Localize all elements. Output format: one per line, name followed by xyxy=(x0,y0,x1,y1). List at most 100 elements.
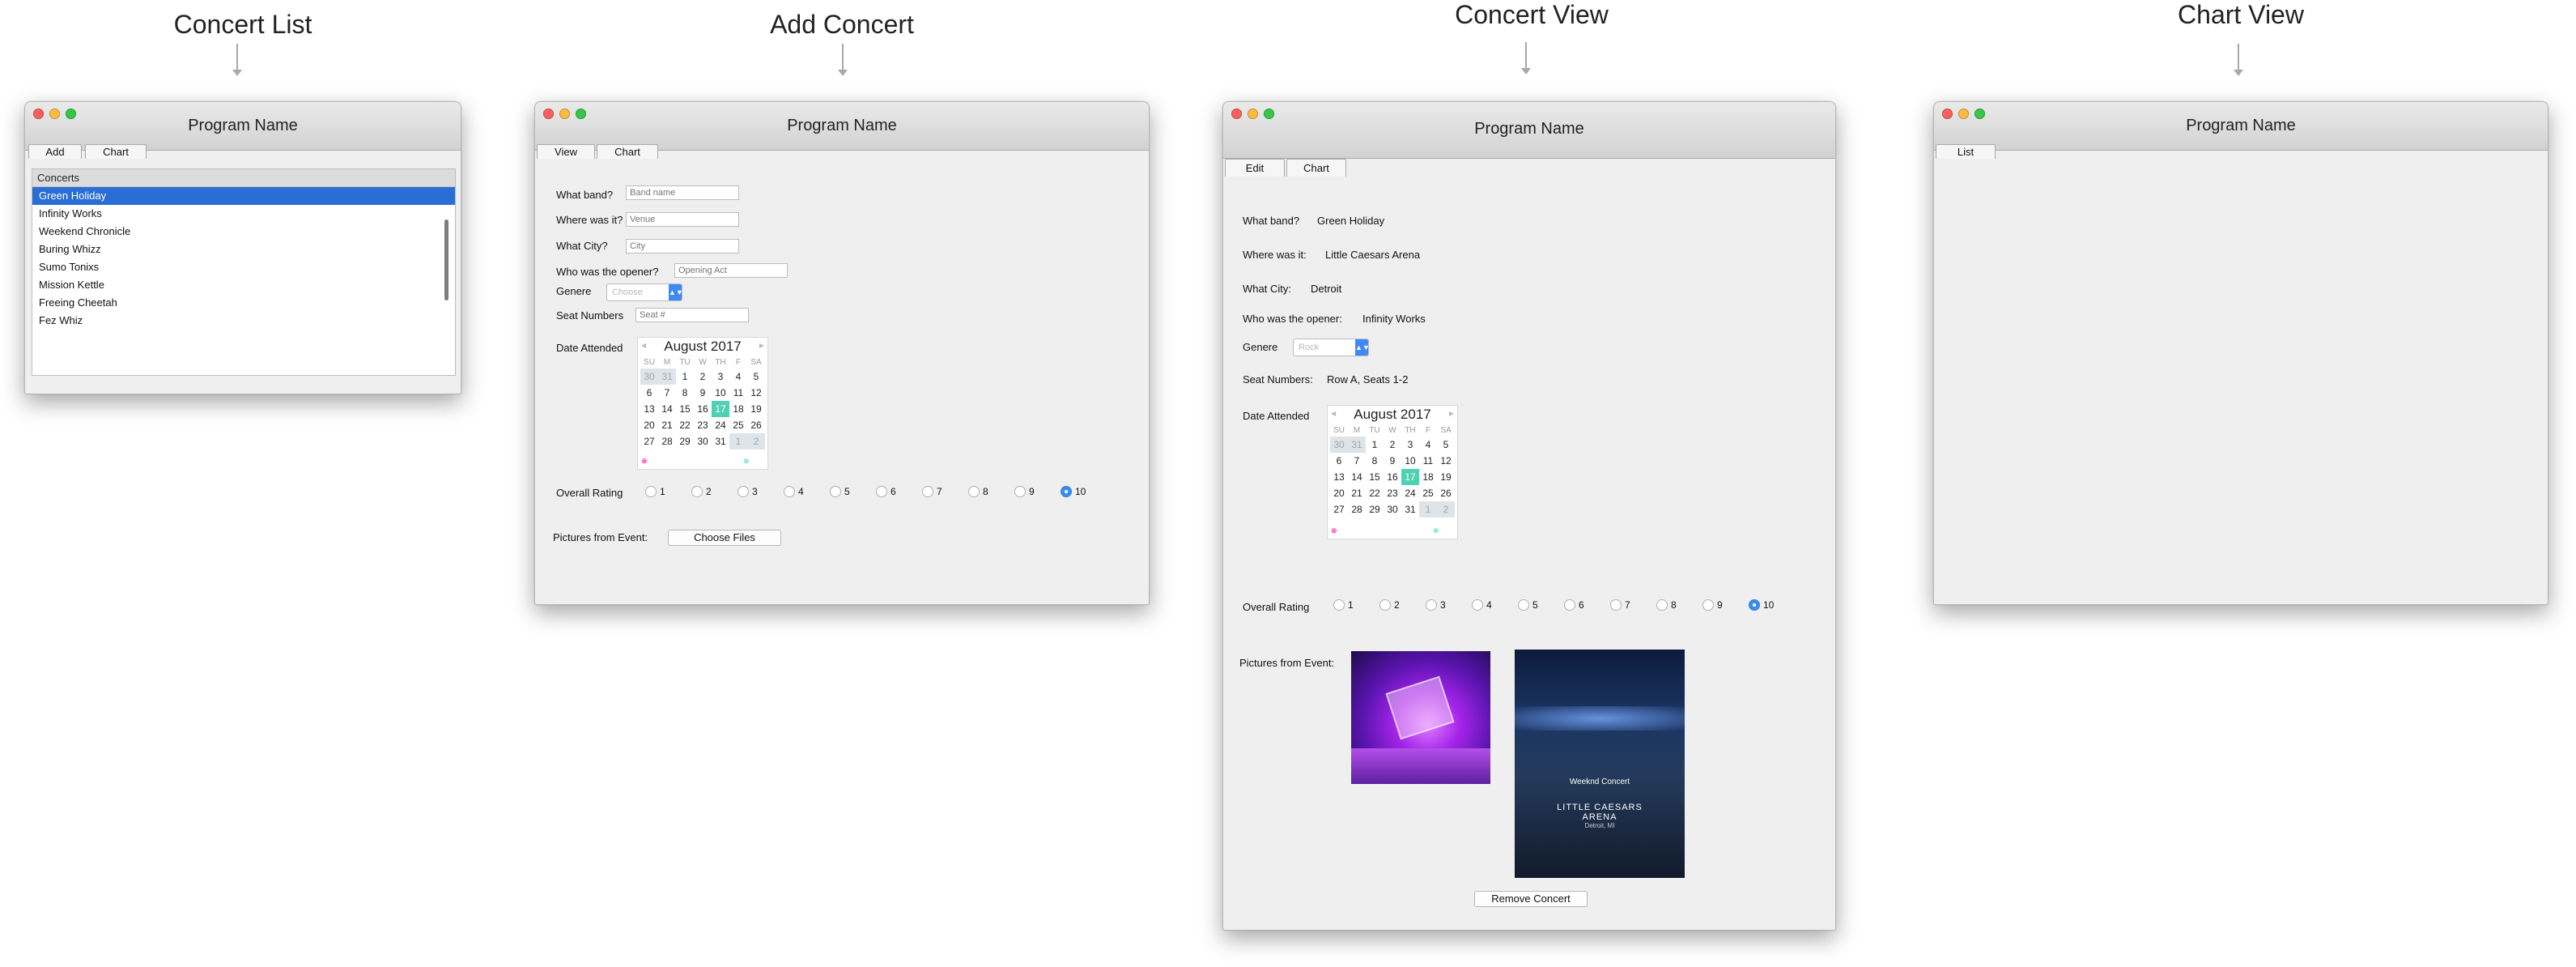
add-button[interactable]: Add xyxy=(28,144,82,159)
calendar-day[interactable]: 13 xyxy=(640,401,658,417)
rating-radio-6[interactable] xyxy=(1564,599,1575,611)
calendar-day[interactable]: 7 xyxy=(1348,453,1366,469)
rating-radio-3[interactable] xyxy=(1426,599,1437,611)
remove-concert-button[interactable]: Remove Concert xyxy=(1474,891,1588,907)
calendar-day[interactable]: 31 xyxy=(1401,501,1419,518)
zoom-window-button[interactable] xyxy=(1264,109,1274,119)
calendar-day[interactable]: 23 xyxy=(694,417,712,433)
calendar-day[interactable]: 18 xyxy=(1419,469,1437,485)
calendar-day[interactable]: 2 xyxy=(1384,437,1401,453)
calendar-day[interactable]: 28 xyxy=(1348,501,1366,518)
calendar-day[interactable]: 16 xyxy=(1384,469,1401,485)
rating-radio-2[interactable] xyxy=(691,486,703,497)
rating-radio-10[interactable] xyxy=(1061,486,1072,497)
venue-input[interactable] xyxy=(626,212,739,227)
calendar-day[interactable]: 16 xyxy=(694,401,712,417)
calendar-day[interactable]: 20 xyxy=(640,417,658,433)
clear-date-icon[interactable]: ⊗ xyxy=(641,457,648,466)
rating-radio-2[interactable] xyxy=(1379,599,1391,611)
calendar-day[interactable]: 30 xyxy=(640,368,658,385)
calendar-day[interactable]: 30 xyxy=(1384,501,1401,518)
next-month-icon[interactable]: ▶ xyxy=(759,342,764,349)
calendar-day[interactable]: 1 xyxy=(729,433,747,449)
calendar-day[interactable]: 26 xyxy=(747,417,765,433)
close-window-button[interactable] xyxy=(1231,109,1242,119)
prev-month-icon[interactable]: ◀ xyxy=(641,342,646,349)
rating-radio-9[interactable] xyxy=(1702,599,1714,611)
calendar-day[interactable]: 14 xyxy=(1348,469,1366,485)
rating-radio-5[interactable] xyxy=(1518,599,1529,611)
calendar-day[interactable]: 25 xyxy=(729,417,747,433)
calendar-day[interactable]: 22 xyxy=(1366,485,1384,501)
calendar-day[interactable]: 30 xyxy=(694,433,712,449)
calendar-day[interactable]: 1 xyxy=(1366,437,1384,453)
today-icon[interactable]: ⊗ xyxy=(743,457,750,466)
calendar-day[interactable]: 21 xyxy=(1348,485,1366,501)
calendar-day[interactable]: 2 xyxy=(1437,501,1455,518)
calendar-day[interactable]: 24 xyxy=(1401,485,1419,501)
today-icon[interactable]: ⊗ xyxy=(1433,526,1439,535)
chart-tab[interactable]: Chart xyxy=(597,144,658,159)
prev-month-icon[interactable]: ◀ xyxy=(1331,410,1336,417)
calendar-day[interactable]: 2 xyxy=(747,433,765,449)
band-input[interactable] xyxy=(626,185,739,200)
genre-select[interactable]: Choose ▲▼ xyxy=(606,283,683,301)
calendar-day[interactable]: 2 xyxy=(694,368,712,385)
opener-input[interactable] xyxy=(674,263,788,278)
calendar-day[interactable]: 20 xyxy=(1330,485,1348,501)
calendar-day[interactable]: 1 xyxy=(1419,501,1437,518)
calendar-day[interactable]: 1 xyxy=(676,368,694,385)
clear-date-icon[interactable]: ⊗ xyxy=(1331,526,1337,535)
next-month-icon[interactable]: ▶ xyxy=(1449,410,1454,417)
city-input[interactable] xyxy=(626,239,739,253)
calendar-day[interactable]: 19 xyxy=(1437,469,1455,485)
calendar-day[interactable]: 5 xyxy=(1437,437,1455,453)
list-item[interactable]: Green Holiday xyxy=(32,187,455,205)
list-item[interactable]: Buring Whizz xyxy=(32,241,455,258)
list-item[interactable]: Infinity Works xyxy=(32,205,455,223)
calendar-day[interactable]: 30 xyxy=(1330,437,1348,453)
edit-tab[interactable]: Edit xyxy=(1225,159,1285,177)
calendar-day[interactable]: 11 xyxy=(1419,453,1437,469)
rating-radio-6[interactable] xyxy=(876,486,887,497)
calendar-day[interactable]: 31 xyxy=(712,433,729,449)
list-tab[interactable]: List xyxy=(1936,144,1996,159)
calendar-day[interactable]: 25 xyxy=(1419,485,1437,501)
calendar-day[interactable]: 13 xyxy=(1330,469,1348,485)
calendar-day[interactable]: 9 xyxy=(694,385,712,401)
rating-radio-4[interactable] xyxy=(1472,599,1483,611)
calendar-day[interactable]: 28 xyxy=(658,433,676,449)
calendar-day[interactable]: 12 xyxy=(747,385,765,401)
rating-radio-1[interactable] xyxy=(1333,599,1345,611)
concert-photo-1[interactable] xyxy=(1351,651,1490,784)
calendar-day[interactable]: 27 xyxy=(640,433,658,449)
date-picker[interactable]: August 2017 ◀ ▶ SU M TU W TH F SA 30 31 1 2 3 4 5 6 7 8 9 10 1… xyxy=(1327,405,1458,539)
rating-radio-10[interactable] xyxy=(1749,599,1760,611)
calendar-day[interactable]: 7 xyxy=(658,385,676,401)
view-tab[interactable]: View xyxy=(537,144,595,159)
calendar-day[interactable]: 24 xyxy=(712,417,729,433)
rating-radio-1[interactable] xyxy=(645,486,657,497)
choose-files-button[interactable]: Choose Files xyxy=(668,530,781,546)
rating-radio-4[interactable] xyxy=(784,486,795,497)
rating-radio-8[interactable] xyxy=(968,486,980,497)
calendar-day[interactable]: 8 xyxy=(676,385,694,401)
seats-input[interactable] xyxy=(635,308,749,322)
calendar-day[interactable]: 21 xyxy=(658,417,676,433)
list-item[interactable]: Mission Kettle xyxy=(32,276,455,294)
calendar-day[interactable]: 12 xyxy=(1437,453,1455,469)
calendar-day[interactable]: 4 xyxy=(1419,437,1437,453)
calendar-day[interactable]: 8 xyxy=(1366,453,1384,469)
concert-photo-2[interactable]: Weeknd Concert LITTLE CAESARS ARENA Detr… xyxy=(1515,650,1685,878)
rating-radio-9[interactable] xyxy=(1014,486,1026,497)
calendar-day-selected[interactable]: 17 xyxy=(712,401,729,417)
rating-radio-7[interactable] xyxy=(1610,599,1622,611)
calendar-day[interactable]: 15 xyxy=(1366,469,1384,485)
list-item[interactable]: Sumo Tonixs xyxy=(32,258,455,276)
calendar-day[interactable]: 19 xyxy=(747,401,765,417)
calendar-day[interactable]: 15 xyxy=(676,401,694,417)
chart-tab[interactable]: Chart xyxy=(1286,159,1346,177)
calendar-day[interactable]: 6 xyxy=(1330,453,1348,469)
calendar-day[interactable]: 18 xyxy=(729,401,747,417)
rating-radio-5[interactable] xyxy=(830,486,841,497)
